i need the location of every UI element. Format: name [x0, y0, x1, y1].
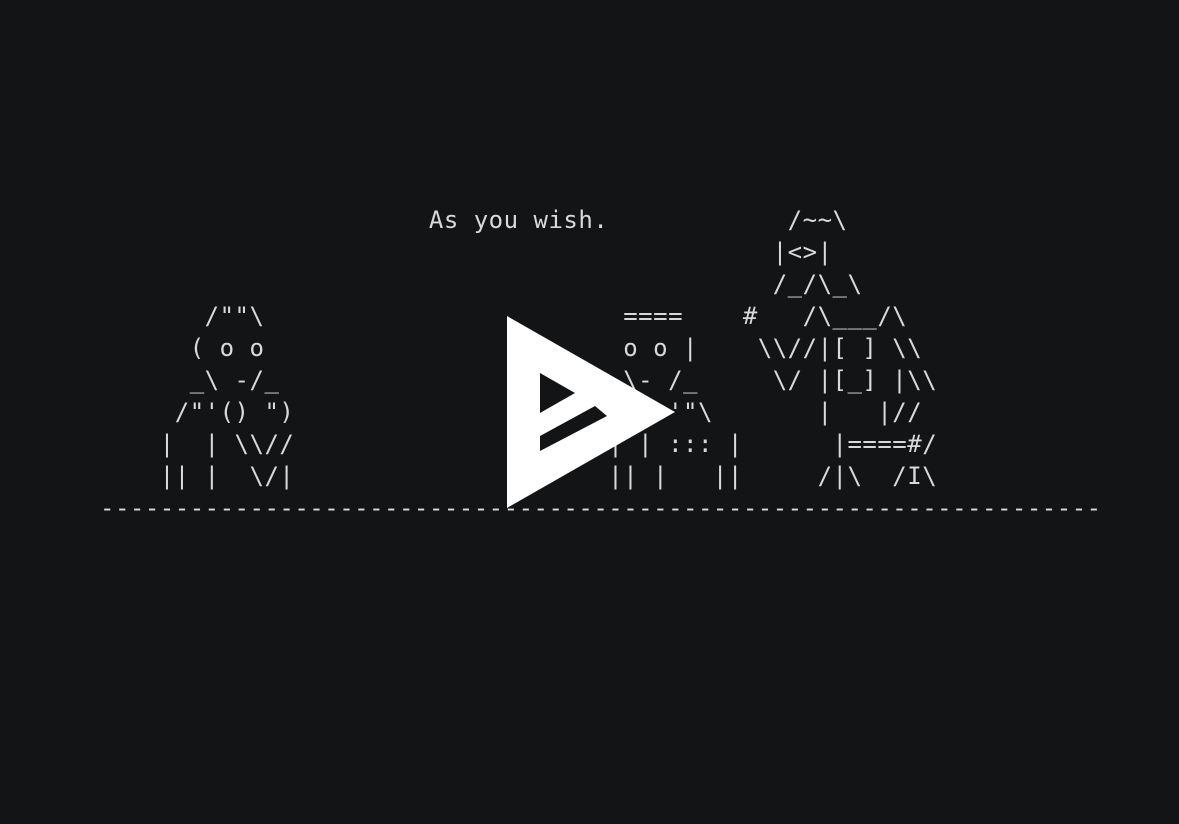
frame-line: /_/\_\ — [100, 270, 863, 298]
play-icon — [507, 316, 675, 508]
frame-line: |<>| — [100, 238, 833, 266]
play-button[interactable] — [507, 316, 675, 508]
frame-line: As you wish. /~~\ — [100, 206, 848, 234]
